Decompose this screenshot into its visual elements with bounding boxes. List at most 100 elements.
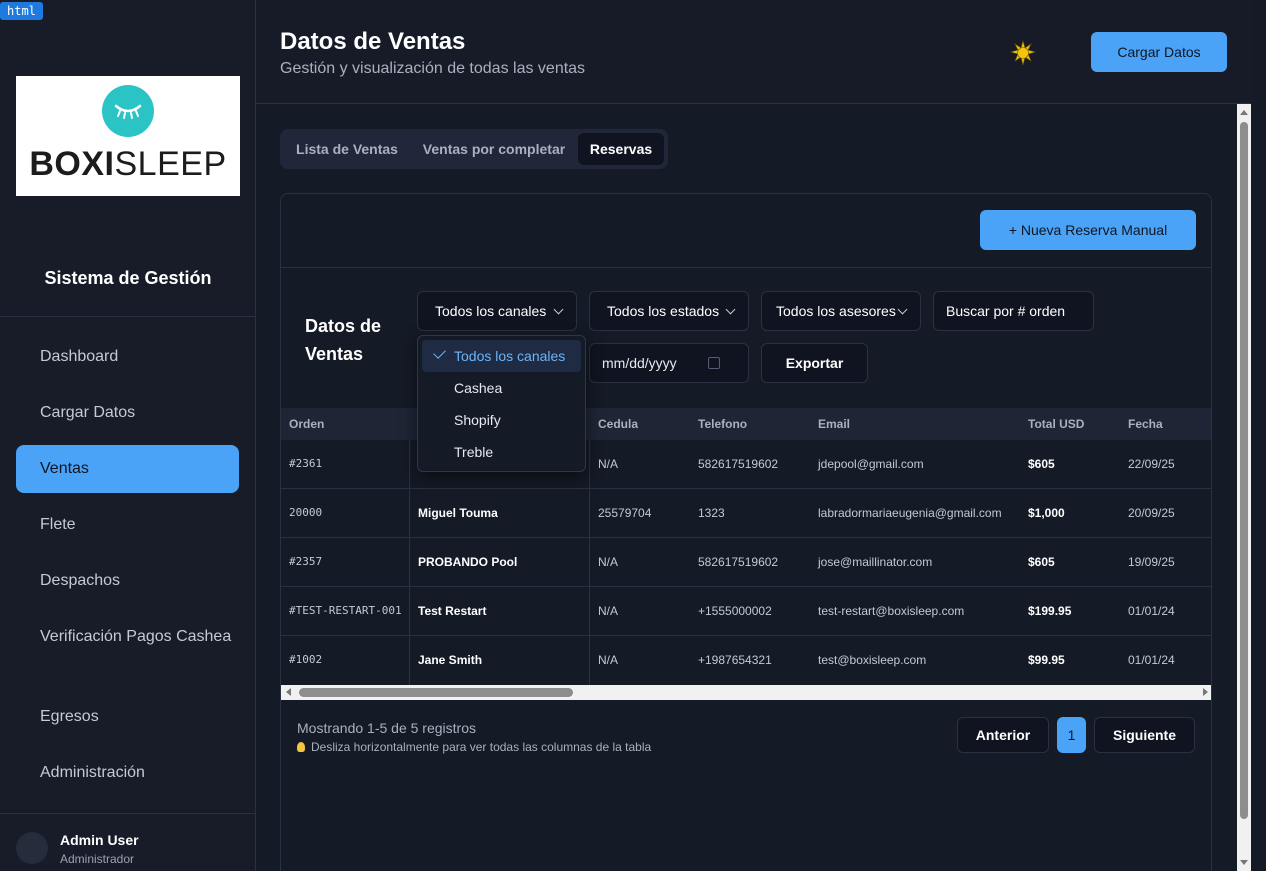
cell-orden: #TEST-RESTART-001 [289, 604, 402, 617]
sidebar-item-cargar-datos[interactable]: Cargar Datos [16, 389, 239, 437]
cell-email: jdepool@gmail.com [818, 457, 924, 471]
table-row[interactable]: #TEST-RESTART-001 Test Restart N/A +1555… [281, 587, 1211, 636]
avatar[interactable] [16, 832, 48, 864]
cell-telefono: 582617519602 [698, 555, 779, 569]
scroll-left-arrow[interactable] [286, 688, 291, 696]
next-page-button[interactable]: Siguiente [1094, 717, 1195, 753]
calendar-icon[interactable] [708, 357, 720, 369]
cell-total: $605 [1028, 457, 1055, 471]
tab-lista-de-ventas[interactable]: Lista de Ventas [284, 133, 410, 165]
column-header-telefono[interactable]: Telefono [698, 408, 747, 440]
page-title: Datos de Ventas [280, 28, 466, 55]
sleeping-eye-icon [102, 84, 154, 137]
divider [0, 813, 256, 814]
dropdown-option-cashea[interactable]: Cashea [422, 372, 581, 404]
page-subtitle: Gestión y visualización de todas las ven… [280, 60, 586, 77]
cell-email: test-restart@boxisleep.com [818, 604, 965, 618]
cell-fecha: 01/01/24 [1128, 604, 1175, 618]
lightbulb-icon [297, 742, 305, 752]
date-input[interactable]: mm/dd/yyyy [589, 343, 749, 383]
new-manual-reservation-button[interactable]: + Nueva Reserva Manual [980, 210, 1196, 250]
sidebar-item-dashboard[interactable]: Dashboard [16, 333, 239, 381]
cell-fecha: 01/01/24 [1128, 653, 1175, 667]
html-badge: html [0, 2, 43, 20]
scroll-up-arrow[interactable] [1240, 110, 1248, 115]
sidebar-item-administracion[interactable]: Administración [16, 749, 239, 797]
dropdown-option-todos-los-canales[interactable]: Todos los canales [422, 340, 581, 372]
dropdown-option-treble[interactable]: Treble [422, 436, 581, 468]
channel-dropdown-menu: Todos los canales Cashea Shopify Treble [417, 335, 586, 472]
chevron-down-icon [725, 304, 736, 315]
scroll-down-arrow[interactable] [1240, 860, 1248, 865]
dropdown-option-shopify[interactable]: Shopify [422, 404, 581, 436]
table-row[interactable]: #1002 Jane Smith N/A +1987654321 test@bo… [281, 636, 1211, 685]
scroll-hint-text: Desliza horizontalmente para ver todas l… [311, 740, 652, 754]
cell-telefono: +1987654321 [698, 653, 772, 667]
sidebar-item-egresos[interactable]: Egresos [16, 693, 239, 741]
cell-orden: #2357 [289, 555, 323, 568]
channel-filter-select[interactable]: Todos los canales [417, 291, 577, 331]
view-tabs: Lista de Ventas Ventas por completar Res… [280, 129, 668, 169]
column-header-fecha[interactable]: Fecha [1128, 408, 1163, 440]
status-filter-value: Todos los estados [607, 303, 720, 319]
cell-total: $1,000 [1028, 506, 1065, 520]
user-role: Administrador [60, 852, 135, 866]
table-horizontal-scrollbar[interactable] [281, 685, 1211, 700]
cell-orden: #2361 [289, 457, 323, 470]
scrollbar-thumb[interactable] [1240, 122, 1248, 819]
date-placeholder: mm/dd/yyyy [602, 355, 677, 371]
channel-filter-value: Todos los canales [435, 303, 547, 319]
cell-telefono: +1555000002 [698, 604, 772, 618]
cell-cliente: Jane Smith [418, 653, 483, 667]
sidebar-item-ventas[interactable]: Ventas [16, 445, 239, 493]
divider [281, 267, 1211, 268]
boxisleep-logo: BOXISLEEP [16, 76, 240, 196]
check-icon [433, 346, 446, 359]
cell-cliente: PROBANDO Pool [418, 555, 518, 569]
system-title: Sistema de Gestión [44, 268, 212, 288]
cell-telefono: 582617519602 [698, 457, 779, 471]
page-scrollbar[interactable] [1237, 104, 1251, 871]
tab-reservas[interactable]: Reservas [578, 133, 664, 165]
sales-card: + Nueva Reserva Manual Datos de Ventas T… [280, 193, 1212, 871]
page-header: Datos de Ventas Gestión y visualización … [256, 0, 1251, 104]
cell-total: $199.95 [1028, 604, 1072, 618]
advisor-filter-select[interactable]: Todos los asesores [761, 291, 921, 331]
tab-ventas-por-completar[interactable]: Ventas por completar [414, 133, 574, 165]
table-row[interactable]: 20000 Miguel Touma 25579704 1323 labrado… [281, 489, 1211, 538]
scroll-hint: Desliza horizontalmente para ver todas l… [297, 740, 651, 754]
cargar-datos-button[interactable]: Cargar Datos [1091, 32, 1227, 72]
cell-email: labradormariaeugenia@gmail.com [818, 506, 1002, 520]
cell-email: test@boxisleep.com [818, 653, 927, 667]
scroll-right-arrow[interactable] [1203, 688, 1208, 696]
cell-telefono: 1323 [698, 506, 725, 520]
sidebar-item-flete[interactable]: Flete [16, 501, 239, 549]
column-header-cedula[interactable]: Cedula [598, 408, 638, 440]
records-count: Mostrando 1-5 de 5 registros [297, 720, 476, 736]
logo-wordmark: BOXISLEEP [29, 144, 227, 183]
export-button[interactable]: Exportar [761, 343, 868, 383]
user-name: Admin User [60, 832, 139, 848]
cell-fecha: 19/09/25 [1128, 555, 1175, 569]
order-search-input[interactable]: Buscar por # orden [933, 291, 1094, 331]
cell-email: jose@maillinator.com [818, 555, 933, 569]
column-header-total-usd[interactable]: Total USD [1028, 408, 1084, 440]
cell-cedula: 25579704 [598, 506, 652, 520]
status-filter-select[interactable]: Todos los estados [589, 291, 749, 331]
cell-orden: 20000 [289, 506, 323, 519]
cell-cliente: Miguel Touma [418, 506, 498, 520]
column-header-orden[interactable]: Orden [289, 408, 324, 440]
cell-cedula: N/A [598, 653, 619, 667]
card-title: Datos de Ventas [305, 316, 382, 364]
sidebar-item-verificacion-pagos-cashea[interactable]: Verificación Pagos Cashea [16, 613, 239, 661]
column-header-email[interactable]: Email [818, 408, 850, 440]
cell-total: $605 [1028, 555, 1055, 569]
order-search-placeholder: Buscar por # orden [946, 303, 1066, 319]
previous-page-button[interactable]: Anterior [957, 717, 1049, 753]
sun-icon[interactable] [1009, 39, 1037, 66]
cell-cedula: N/A [598, 604, 619, 618]
sidebar-item-despachos[interactable]: Despachos [16, 557, 239, 605]
page-1-button[interactable]: 1 [1057, 717, 1086, 753]
scrollbar-thumb[interactable] [299, 688, 573, 697]
table-row[interactable]: #2357 PROBANDO Pool N/A 582617519602 jos… [281, 538, 1211, 587]
